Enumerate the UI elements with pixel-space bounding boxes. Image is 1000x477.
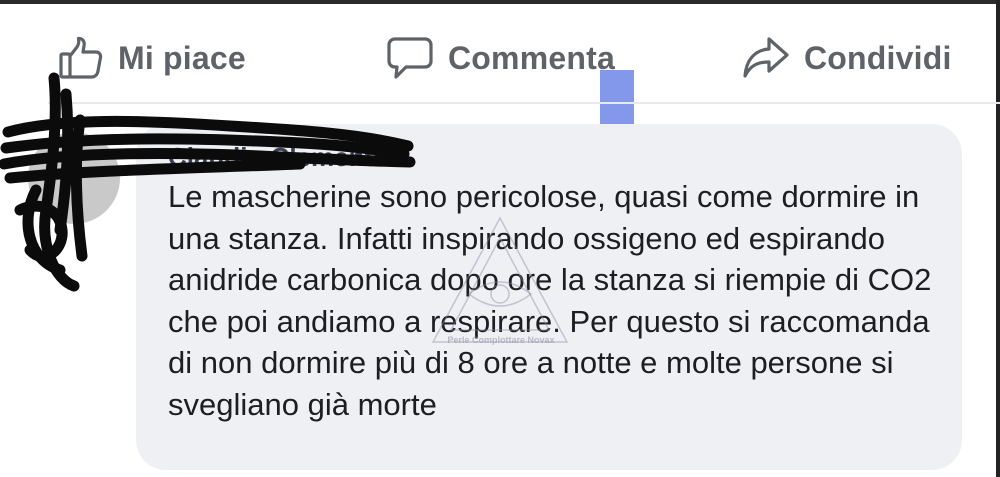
thumbs-up-icon <box>58 35 104 81</box>
share-button[interactable]: Condividi <box>742 30 952 86</box>
post-action-bar: Mi piace Commenta Condividi <box>0 18 1000 98</box>
like-button[interactable]: Mi piace <box>58 30 246 86</box>
speech-bubble-icon <box>386 35 434 81</box>
like-label: Mi piace <box>118 39 246 76</box>
avatar[interactable] <box>28 132 120 224</box>
comment-label: Commenta <box>448 39 615 76</box>
text-cursor-highlight <box>600 70 634 132</box>
top-border <box>0 0 1000 4</box>
comment-button[interactable]: Commenta <box>386 30 615 86</box>
action-divider <box>48 102 1000 104</box>
share-arrow-icon <box>742 35 790 81</box>
comment-text: Le mascherine sono pericolose, quasi com… <box>168 179 932 422</box>
share-label: Condividi <box>804 39 952 76</box>
watermark-text: Perle Complottare Novax <box>447 335 555 345</box>
comment-author[interactable]: Claudio Clemente <box>168 142 388 173</box>
